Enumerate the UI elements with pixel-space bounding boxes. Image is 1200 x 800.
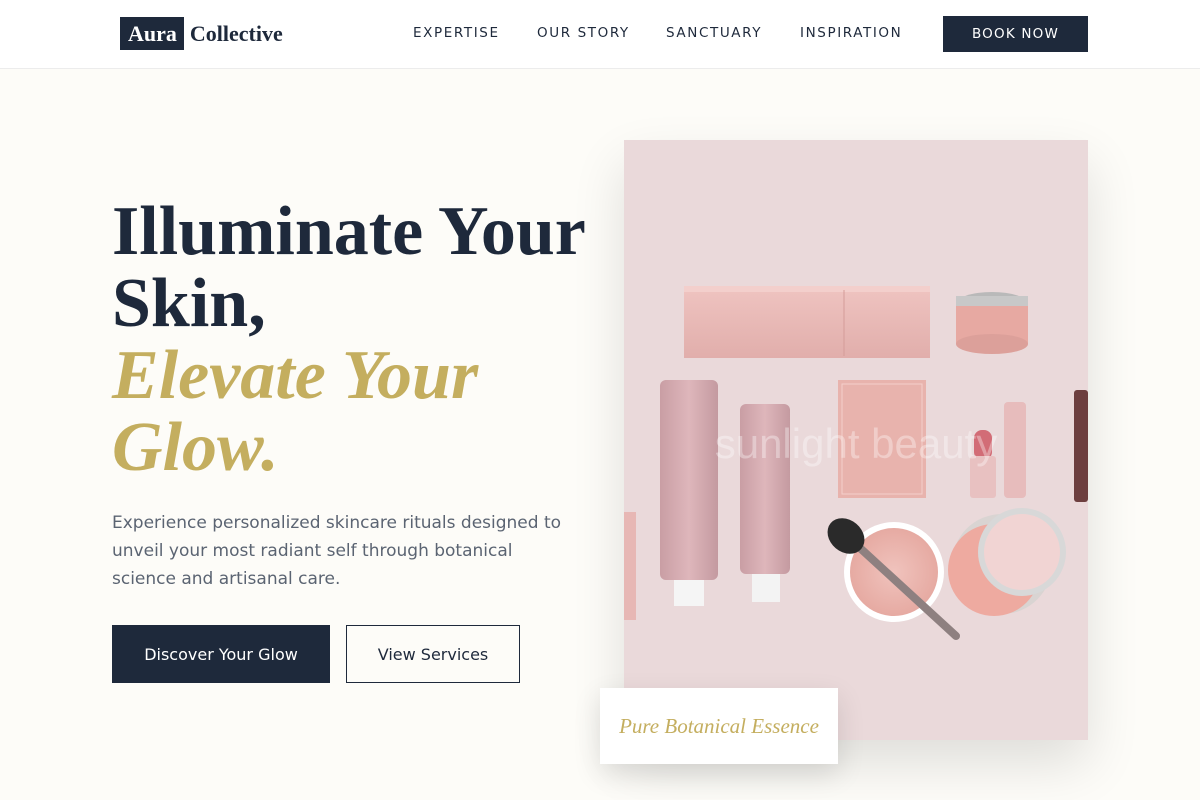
hero-headline: Illuminate Your Skin, Elevate Your Glow. xyxy=(112,196,586,484)
hero-description: Experience personalized skincare rituals… xyxy=(112,513,562,589)
image-caption: Pure Botanical Essence xyxy=(600,688,838,764)
long-box xyxy=(684,286,930,358)
view-services-button[interactable]: View Services xyxy=(346,625,520,683)
headline-accent-2: Glow. xyxy=(112,409,279,486)
logo-mark: Aura xyxy=(120,17,184,50)
logo-name: Collective xyxy=(189,21,283,46)
nav-expertise[interactable]: EXPERTISE xyxy=(413,25,500,41)
headline-accent-1: Elevate Your xyxy=(112,337,479,414)
hero-product-image: sunlight beauty xyxy=(624,140,1088,740)
lipstick-2 xyxy=(1004,402,1026,498)
nav-sanctuary[interactable]: SANCTUARY xyxy=(666,25,762,41)
site-header: Aura Collective EXPERTISE OUR STORY SANC… xyxy=(0,0,1200,69)
headline-line-1: Illuminate Your xyxy=(112,193,586,270)
discover-glow-button[interactable]: Discover Your Glow xyxy=(112,625,330,683)
image-watermark: sunlight beauty xyxy=(715,420,998,467)
nav-inspiration[interactable]: INSPIRATION xyxy=(800,25,902,41)
brand-logo[interactable]: Aura Collective xyxy=(120,17,283,50)
product-illustration: sunlight beauty xyxy=(624,140,1088,740)
book-now-button[interactable]: BOOK NOW xyxy=(943,16,1088,52)
headline-line-2: Skin, xyxy=(112,265,266,342)
nav-our-story[interactable]: OUR STORY xyxy=(537,25,630,41)
tube-large xyxy=(660,380,718,580)
